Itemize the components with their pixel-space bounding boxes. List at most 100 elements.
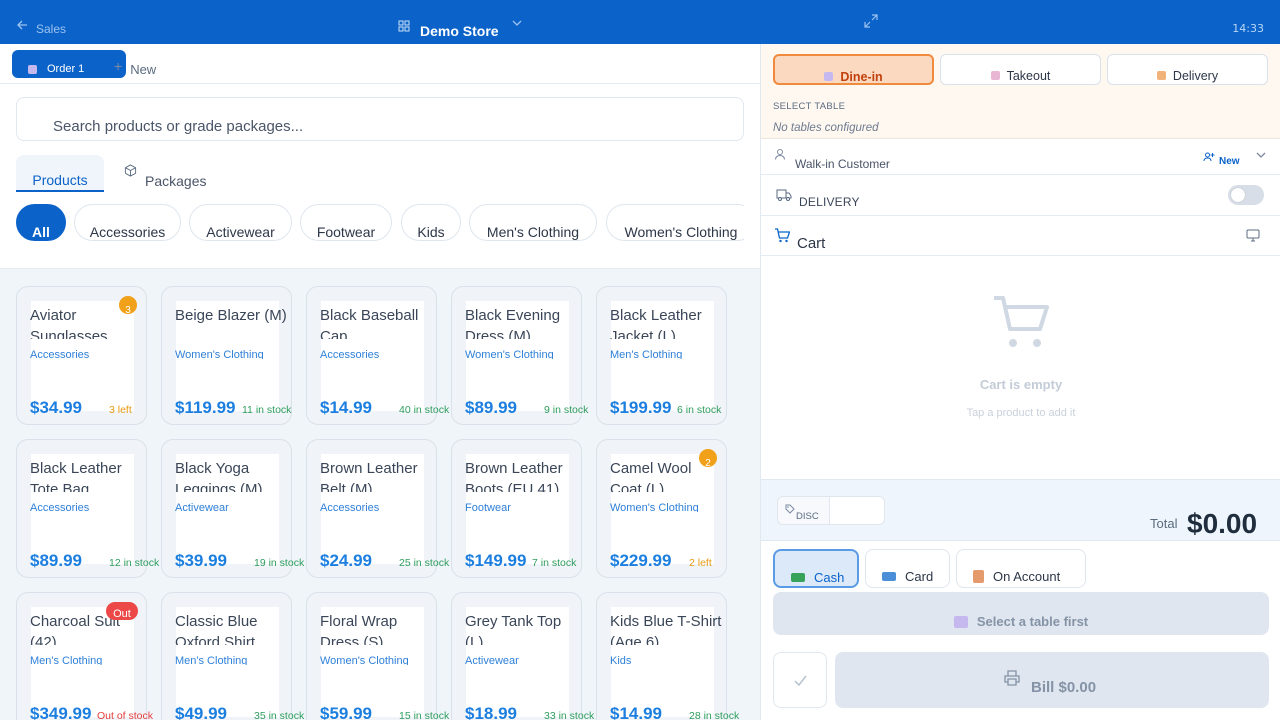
toggle-knob: [1231, 188, 1245, 202]
product-price: $199.99: [610, 398, 672, 417]
low-stock-badge: 3: [119, 296, 137, 314]
product-name: Black Evening Dress (M): [465, 307, 561, 339]
category-chip-mens-clothing[interactable]: Men's Clothing: [469, 204, 597, 241]
product-card[interactable]: Black Baseball Cap Accessories $14.99 40 in…: [306, 286, 449, 425]
product-stock: 33 in stock: [544, 710, 595, 720]
chevron-down-icon[interactable]: [1255, 148, 1267, 166]
category-chip-all[interactable]: All: [16, 204, 66, 241]
card-label: Card: [905, 569, 934, 584]
clock: 14:33: [1232, 22, 1264, 35]
product-name: Beige Blazer (M): [175, 307, 287, 324]
bill-button[interactable]: Bill $0.00: [835, 652, 1269, 708]
product-stock: 3 left: [109, 404, 132, 416]
product-price: $149.99: [465, 551, 527, 570]
total-label: Total: [1150, 516, 1178, 531]
product-card[interactable]: Classic Blue Oxford Shirt Men's Clothing $…: [161, 592, 304, 720]
product-category: Accessories: [320, 502, 380, 512]
no-tables-note: No tables configured: [773, 122, 879, 134]
product-stock: Out of stock: [97, 710, 154, 720]
product-card[interactable]: Black Yoga Leggings (M) Activewear $39.99 1…: [161, 439, 304, 578]
bike-icon: [1156, 71, 1166, 80]
product-stock: 19 in stock: [254, 557, 305, 569]
clipboard-icon: [973, 570, 984, 583]
product-card[interactable]: Camel Wool Coat (L) Women's Clothing $229.…: [596, 439, 727, 578]
check-icon: [794, 675, 807, 687]
product-card[interactable]: Black Leather Jacket (L) Men's Clothing $1…: [596, 286, 727, 425]
product-price: $18.99: [465, 704, 517, 720]
order-type-dine-in[interactable]: Dine-in: [773, 54, 934, 85]
search-input[interactable]: Search products or grade packages...: [16, 97, 744, 141]
empty-cart: Cart is empty Tap a product to add it: [761, 256, 1280, 479]
product-price: $89.99: [465, 398, 517, 417]
product-price: $89.99: [30, 551, 82, 570]
product-panel: Order 1 + New Search products or grade p…: [0, 44, 760, 720]
product-card[interactable]: Black Evening Dress (M) Women's Clothing $…: [451, 286, 588, 425]
card-icon: [882, 572, 896, 581]
category-chip-activewear[interactable]: Activewear: [189, 204, 292, 241]
product-category: Men's Clothing: [30, 655, 103, 665]
product-card[interactable]: Black Leather Tote Bag Accessories $89.99 1…: [16, 439, 159, 578]
top-bar: Sales Demo Store 14:33: [0, 0, 1280, 44]
product-name: Black Baseball Cap: [320, 307, 419, 339]
product-name: Brown Leather Belt (M): [320, 460, 418, 492]
product-card[interactable]: Beige Blazer (M) Women's Clothing $119.99 1…: [161, 286, 292, 425]
plus-icon: +: [114, 57, 123, 74]
tab-packages[interactable]: Packages: [124, 164, 206, 189]
new-order-label: New: [130, 62, 157, 77]
product-name: Black Leather Jacket (L): [610, 307, 702, 339]
back-to-sales-button[interactable]: Sales: [16, 14, 66, 36]
confirm-button[interactable]: [773, 652, 827, 708]
discount-label-text: DISC: [796, 511, 819, 522]
add-customer-button[interactable]: New: [1203, 151, 1240, 167]
product-category: Footwear: [465, 502, 511, 512]
product-card[interactable]: Grey Tank Top (L) Activewear $18.99 33 in s…: [451, 592, 594, 720]
order-type-takeout[interactable]: Takeout: [940, 54, 1101, 85]
category-chip-footwear[interactable]: Footwear: [300, 204, 392, 241]
store-selector[interactable]: Demo Store: [398, 14, 523, 39]
category-chip-womens-clothing[interactable]: Women's Clothing: [606, 204, 744, 241]
payment-on-account[interactable]: On Account: [956, 549, 1086, 588]
fullscreen-icon[interactable]: [864, 14, 878, 33]
product-card[interactable]: Floral Wrap Dress (S) Women's Clothing $59…: [306, 592, 449, 720]
delivery-toggle[interactable]: [1228, 185, 1264, 205]
delivery-label: DELIVERY: [799, 195, 860, 209]
product-name: Black Leather Tote Bag: [30, 460, 122, 492]
product-category: Women's Clothing: [175, 349, 264, 359]
order-type-delivery[interactable]: Delivery: [1107, 54, 1268, 85]
product-price: $39.99: [175, 551, 227, 570]
product-card[interactable]: Kids Blue T-Shirt (Age 6) Kids $14.99 28 in…: [596, 592, 739, 720]
payment-cash[interactable]: Cash: [773, 549, 859, 588]
truck-icon: [776, 188, 792, 207]
select-table-button[interactable]: Select a table first: [773, 592, 1269, 635]
payment-card[interactable]: Card: [865, 549, 950, 588]
product-card[interactable]: Brown Leather Belt (M) Accessories $24.99 2…: [306, 439, 449, 578]
category-chip-kids[interactable]: Kids: [401, 204, 461, 241]
low-stock-badge: 2: [699, 449, 717, 467]
cart-title: Cart: [797, 235, 826, 252]
product-stock: 2 left: [689, 557, 712, 569]
order-tab-1[interactable]: Order 1: [12, 50, 126, 78]
product-card[interactable]: Charcoal Suit (42) Men's Clothing $349.99 O…: [16, 592, 153, 720]
tab-products[interactable]: Products: [16, 155, 104, 192]
product-price: $14.99: [320, 398, 372, 417]
cart-header: Cart: [761, 216, 1280, 256]
discount-label: DISC: [778, 497, 830, 524]
select-table-label: SELECT TABLE: [773, 101, 846, 112]
on-account-label: On Account: [993, 569, 1061, 584]
out-of-stock-badge: Out: [106, 602, 138, 620]
new-order-button[interactable]: + New: [114, 57, 157, 78]
category-chip-accessories[interactable]: Accessories: [74, 204, 181, 241]
product-price: $14.99: [610, 704, 662, 720]
empty-cart-hint: Tap a product to add it: [966, 407, 1076, 419]
product-card[interactable]: Brown Leather Boots (EU 41) Footwear $149.…: [451, 439, 582, 578]
arrow-left-icon: [17, 20, 27, 30]
customer-selector[interactable]: Walk-in Customer New: [761, 140, 1280, 175]
monitor-icon[interactable]: [1246, 229, 1260, 247]
empty-cart-title: Cart is empty: [979, 377, 1063, 392]
product-category: Accessories: [30, 502, 90, 512]
discount-field[interactable]: DISC: [777, 496, 885, 525]
product-card[interactable]: Aviator Sunglasses Accessories $34.99 3 lef…: [16, 286, 147, 425]
order-type-section: Dine-in Takeout Delivery SELECT TABLE No…: [761, 44, 1280, 139]
takeout-label: Takeout: [1006, 69, 1051, 83]
product-name: Classic Blue Oxford Shirt: [175, 613, 258, 645]
